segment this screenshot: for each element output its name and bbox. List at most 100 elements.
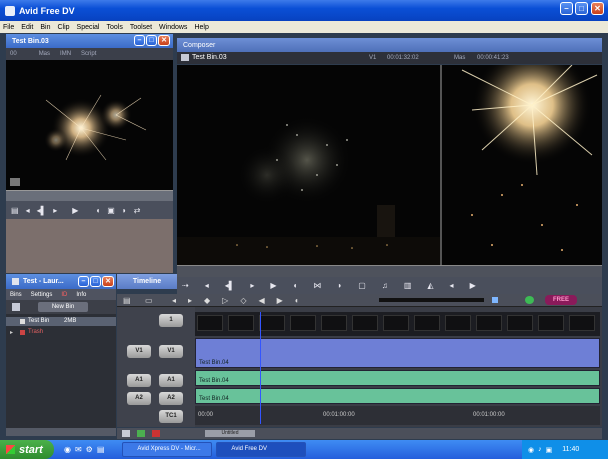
source-monitor-header: 00 Mas IMN Script bbox=[6, 48, 173, 60]
video-track-v1[interactable]: Test Bin.04 bbox=[195, 338, 600, 368]
bin-tab-id[interactable]: ID bbox=[61, 292, 67, 298]
timeline-bottom-red-icon[interactable] bbox=[152, 430, 160, 437]
tray-volume-icon[interactable]: ♪ bbox=[538, 446, 542, 453]
audio-track-a1[interactable]: Test Bin.04 bbox=[195, 370, 600, 386]
record-track-a1[interactable]: A1 bbox=[159, 374, 183, 387]
composer-lift-icon[interactable]: ▥ bbox=[404, 281, 412, 290]
bin-close-button[interactable]: ✕ bbox=[102, 276, 114, 287]
bin-minimize-button[interactable]: – bbox=[78, 276, 89, 287]
composer-rewind-icon[interactable]: ◂ bbox=[205, 281, 209, 290]
source-step-fwd-icon[interactable]: ▸ bbox=[53, 206, 57, 215]
timeline-position-bar[interactable] bbox=[379, 298, 484, 302]
menu-item-file[interactable]: File bbox=[3, 24, 14, 31]
bin-tabs: Bins Settings ID Info bbox=[6, 289, 116, 300]
minimize-button[interactable]: – bbox=[560, 2, 573, 15]
timeline-track-area: 1 V1 V1 A1 A1 A2 A2 TC1 Test Bin.04 Test… bbox=[117, 307, 602, 427]
composer-record-frame[interactable] bbox=[442, 65, 602, 265]
source-close-button[interactable]: ✕ bbox=[158, 35, 170, 46]
composer-source-frame[interactable] bbox=[177, 65, 440, 265]
menu-item-windows[interactable]: Windows bbox=[159, 24, 187, 31]
tray-network-icon[interactable]: ◉ bbox=[528, 446, 534, 454]
timeline-bottom-bar: Untitled bbox=[117, 428, 602, 439]
timeline-tools-strip[interactable]: ◂▸◆▷◇◀▶◐ bbox=[172, 296, 312, 305]
quicklaunch-icons[interactable]: ◉✉⚙▤ bbox=[64, 445, 108, 454]
source-mark-in-button[interactable]: ◖ bbox=[95, 206, 100, 215]
menu-item-tools[interactable]: Tools bbox=[107, 24, 123, 31]
task-avid-xpress[interactable]: Avid Xpress DV - Micr... bbox=[122, 442, 213, 457]
timeline-menu-icon[interactable]: ▤ bbox=[123, 296, 131, 305]
composer-right-tc-label[interactable]: Mas bbox=[454, 55, 465, 61]
new-bin-button[interactable]: New Bin bbox=[38, 302, 88, 312]
composer-play-icon[interactable]: ▶ bbox=[270, 281, 276, 290]
audio-track-a2[interactable]: Test Bin.04 bbox=[195, 388, 600, 404]
timeline-toolbar: ▤ ▭ ◂▸◆▷◇◀▶◐ FREE bbox=[117, 294, 602, 307]
timeline-marker-icon[interactable] bbox=[492, 297, 498, 303]
source-step-back-icon[interactable]: ◂▌ bbox=[37, 206, 47, 215]
composer-rec-play-icon[interactable]: ▶ bbox=[470, 281, 476, 290]
bin-tab-settings[interactable]: Settings bbox=[31, 292, 53, 298]
source-splice-icon[interactable]: ⇄ bbox=[134, 206, 141, 215]
timeline-green-icon[interactable] bbox=[525, 296, 534, 304]
close-button[interactable]: ✕ bbox=[591, 2, 604, 15]
tc-track-button[interactable]: TC1 bbox=[159, 410, 183, 423]
source-video-frame[interactable] bbox=[6, 60, 173, 190]
source-clear-icon[interactable]: ▣ bbox=[107, 206, 115, 215]
menu-item-edit[interactable]: Edit bbox=[21, 24, 33, 31]
app-title: Avid Free DV bbox=[19, 5, 75, 16]
maximize-button[interactable]: □ bbox=[575, 2, 588, 15]
composer-splice-icon[interactable]: ▢ bbox=[358, 281, 366, 290]
patch-button[interactable]: 1 bbox=[159, 314, 183, 327]
menu-item-special[interactable]: Special bbox=[77, 24, 100, 31]
composer-mark-out-icon[interactable]: ◗ bbox=[337, 281, 342, 290]
composer-clear-marks-icon[interactable]: ⋈ bbox=[313, 281, 321, 290]
source-tab-imn[interactable]: IMN bbox=[60, 51, 71, 57]
source-track-v1[interactable]: V1 bbox=[127, 345, 151, 358]
bin-maximize-button[interactable]: □ bbox=[90, 276, 101, 287]
composer-menu-icon[interactable]: ⇢ bbox=[182, 281, 189, 290]
bin-scrollbar[interactable] bbox=[6, 428, 116, 436]
composer-right-tc: 00:00:41:23 bbox=[477, 55, 509, 61]
bin-item-trash[interactable]: ▸ Trash bbox=[6, 328, 116, 337]
timeline-title-bar: Timeline bbox=[117, 274, 177, 289]
task-avid-free-dv[interactable]: Avid Free DV bbox=[216, 442, 307, 457]
composer-step-back-icon[interactable]: ◂▌ bbox=[225, 281, 235, 290]
source-tab-script[interactable]: Script bbox=[81, 51, 96, 57]
bin-title-bar: Test - Laur... – □ ✕ bbox=[6, 274, 116, 289]
source-maximize-button[interactable]: □ bbox=[146, 35, 157, 46]
source-minimize-button[interactable]: – bbox=[134, 35, 145, 46]
tray-app-icon[interactable]: ▣ bbox=[546, 446, 553, 454]
timeline-bottom-green-icon[interactable] bbox=[137, 430, 145, 437]
record-track-a2[interactable]: A2 bbox=[159, 392, 183, 405]
composer-overwrite-icon[interactable]: ♫ bbox=[382, 281, 388, 290]
composer-left-tc-label[interactable]: V1 bbox=[369, 55, 376, 61]
composer-extract-icon[interactable]: ◭ bbox=[427, 281, 433, 290]
bin-tab-bins[interactable]: Bins bbox=[10, 292, 22, 298]
start-button[interactable]: start bbox=[0, 440, 54, 459]
timeline-mode-icon[interactable]: ▭ bbox=[145, 296, 153, 305]
bin-save-icon[interactable] bbox=[12, 303, 20, 311]
source-mark-out-button[interactable]: ◗ bbox=[122, 206, 127, 215]
source-tab-mas[interactable]: Mas bbox=[39, 51, 50, 57]
source-track-a2[interactable]: A2 bbox=[127, 392, 151, 405]
menu-item-bin[interactable]: Bin bbox=[40, 24, 50, 31]
menu-item-toolset[interactable]: Toolset bbox=[130, 24, 152, 31]
source-play-icon[interactable]: ▶ bbox=[72, 206, 78, 215]
bin-item-test-bin[interactable]: Test Bin 2MB bbox=[6, 317, 116, 326]
timeline-zoom-slider[interactable]: Untitled bbox=[205, 430, 255, 437]
composer-clip-icon[interactable] bbox=[181, 54, 189, 61]
menu-item-help[interactable]: Help bbox=[194, 24, 208, 31]
source-track-a1[interactable]: A1 bbox=[127, 374, 151, 387]
record-track-v1[interactable]: V1 bbox=[159, 345, 183, 358]
expand-arrow-icon[interactable]: ▸ bbox=[10, 329, 13, 336]
composer-rec-rewind-icon[interactable]: ◂ bbox=[450, 281, 454, 290]
playhead[interactable] bbox=[260, 312, 261, 424]
composer-mark-in-icon[interactable]: ◖ bbox=[293, 281, 298, 290]
source-mark-in-icon[interactable]: ◂ bbox=[26, 206, 30, 215]
bin-tab-info[interactable]: Info bbox=[76, 292, 86, 298]
timeline-bottom-menu-icon[interactable] bbox=[122, 430, 130, 437]
menu-item-clip[interactable]: Clip bbox=[57, 24, 69, 31]
source-position-bar[interactable] bbox=[6, 190, 173, 201]
composer-position-bar[interactable] bbox=[177, 265, 602, 277]
composer-step-fwd-icon[interactable]: ▸ bbox=[250, 281, 254, 290]
source-menu-icon[interactable]: ▤ bbox=[11, 206, 19, 215]
